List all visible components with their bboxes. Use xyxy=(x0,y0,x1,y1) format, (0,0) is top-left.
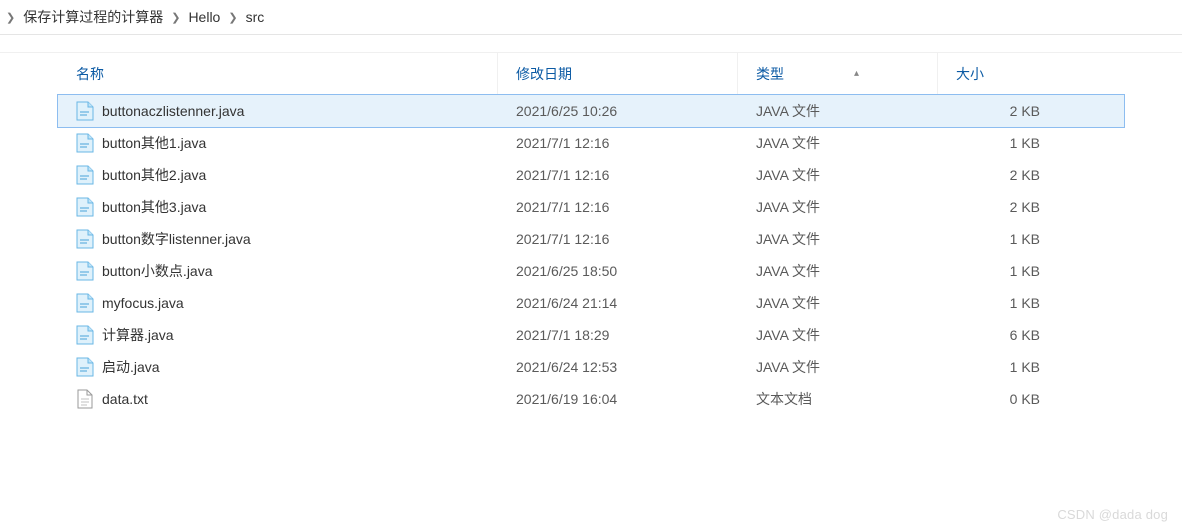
file-row[interactable]: button数字listenner.java 2021/7/1 12:16JAVA… xyxy=(58,223,1124,255)
file-type: JAVA 文件 xyxy=(738,325,938,345)
file-date: 2021/7/1 12:16 xyxy=(498,135,738,151)
chevron-right-icon: ❯ xyxy=(0,11,21,24)
file-size: 1 KB xyxy=(938,263,1058,279)
column-headers: 名称 修改日期 类型 ▴ 大小 xyxy=(58,53,1124,95)
file-date: 2021/7/1 12:16 xyxy=(498,167,738,183)
file-type: JAVA 文件 xyxy=(738,197,938,217)
breadcrumb[interactable]: ❯ 保存计算过程的计算器 ❯ Hello ❯ src xyxy=(0,0,1182,35)
file-type: JAVA 文件 xyxy=(738,229,938,249)
file-type: JAVA 文件 xyxy=(738,101,938,121)
file-size: 0 KB xyxy=(938,391,1058,407)
column-header-label: 类型 xyxy=(756,64,784,84)
file-row[interactable]: 计算器.java 2021/7/1 18:29JAVA 文件6 KB xyxy=(58,319,1124,351)
java-file-icon xyxy=(76,102,94,120)
file-date: 2021/6/24 12:53 xyxy=(498,359,738,375)
file-type: 文本文档 xyxy=(738,389,938,409)
file-size: 1 KB xyxy=(938,135,1058,151)
file-type: JAVA 文件 xyxy=(738,293,938,313)
java-file-icon xyxy=(76,294,94,312)
sort-ascending-icon: ▴ xyxy=(854,68,859,79)
breadcrumb-item[interactable]: Hello xyxy=(186,9,222,25)
java-file-icon xyxy=(76,198,94,216)
java-file-icon xyxy=(76,326,94,344)
file-size: 1 KB xyxy=(938,295,1058,311)
java-file-icon xyxy=(76,134,94,152)
file-size: 6 KB xyxy=(938,327,1058,343)
file-name: button数字listenner.java xyxy=(102,229,251,249)
column-header-name[interactable]: 名称 xyxy=(58,53,498,94)
file-date: 2021/7/1 18:29 xyxy=(498,327,738,343)
file-date: 2021/7/1 12:16 xyxy=(498,199,738,215)
file-name: button小数点.java xyxy=(102,261,213,281)
file-date: 2021/7/1 12:16 xyxy=(498,231,738,247)
file-row[interactable]: button其他1.java 2021/7/1 12:16JAVA 文件1 KB xyxy=(58,127,1124,159)
breadcrumb-item[interactable]: src xyxy=(244,9,267,25)
file-date: 2021/6/25 18:50 xyxy=(498,263,738,279)
file-size: 1 KB xyxy=(938,231,1058,247)
breadcrumb-item[interactable]: 保存计算过程的计算器 xyxy=(21,7,165,27)
file-row[interactable]: data.txt 2021/6/19 16:04文本文档0 KB xyxy=(58,383,1124,415)
text-file-icon xyxy=(76,390,94,408)
file-name: myfocus.java xyxy=(102,295,184,311)
java-file-icon xyxy=(76,230,94,248)
file-name: button其他2.java xyxy=(102,165,206,185)
chevron-right-icon: ❯ xyxy=(222,11,243,24)
file-name: button其他1.java xyxy=(102,133,206,153)
file-size: 2 KB xyxy=(938,103,1058,119)
file-name: 计算器.java xyxy=(102,325,174,345)
toolbar-gap xyxy=(0,35,1182,53)
file-date: 2021/6/25 10:26 xyxy=(498,103,738,119)
column-header-label: 大小 xyxy=(956,64,984,84)
column-header-date[interactable]: 修改日期 xyxy=(498,53,738,94)
file-date: 2021/6/24 21:14 xyxy=(498,295,738,311)
file-type: JAVA 文件 xyxy=(738,133,938,153)
column-header-label: 名称 xyxy=(76,64,104,84)
java-file-icon xyxy=(76,262,94,280)
file-size: 1 KB xyxy=(938,359,1058,375)
column-header-type[interactable]: 类型 ▴ xyxy=(738,53,938,94)
file-type: JAVA 文件 xyxy=(738,357,938,377)
column-header-label: 修改日期 xyxy=(516,64,572,84)
column-header-size[interactable]: 大小 xyxy=(938,53,1058,94)
file-row[interactable]: 启动.java 2021/6/24 12:53JAVA 文件1 KB xyxy=(58,351,1124,383)
file-row[interactable]: button其他3.java 2021/7/1 12:16JAVA 文件2 KB xyxy=(58,191,1124,223)
file-name: 启动.java xyxy=(102,357,160,377)
file-name: data.txt xyxy=(102,391,148,407)
file-list: buttonaczlistenner.java2021/6/25 10:26JA… xyxy=(58,95,1124,415)
file-row[interactable]: myfocus.java 2021/6/24 21:14JAVA 文件1 KB xyxy=(58,287,1124,319)
file-row[interactable]: button其他2.java 2021/7/1 12:16JAVA 文件2 KB xyxy=(58,159,1124,191)
java-file-icon xyxy=(76,358,94,376)
java-file-icon xyxy=(76,166,94,184)
watermark: CSDN @dada dog xyxy=(1057,507,1168,522)
file-name: buttonaczlistenner.java xyxy=(102,103,244,119)
file-size: 2 KB xyxy=(938,199,1058,215)
file-name: button其他3.java xyxy=(102,197,206,217)
file-type: JAVA 文件 xyxy=(738,261,938,281)
file-row[interactable]: buttonaczlistenner.java 2021/6/25 10:26JA… xyxy=(58,95,1124,127)
file-size: 2 KB xyxy=(938,167,1058,183)
file-date: 2021/6/19 16:04 xyxy=(498,391,738,407)
file-type: JAVA 文件 xyxy=(738,165,938,185)
chevron-right-icon: ❯ xyxy=(165,11,186,24)
file-row[interactable]: button小数点.java 2021/6/25 18:50JAVA 文件1 KB xyxy=(58,255,1124,287)
